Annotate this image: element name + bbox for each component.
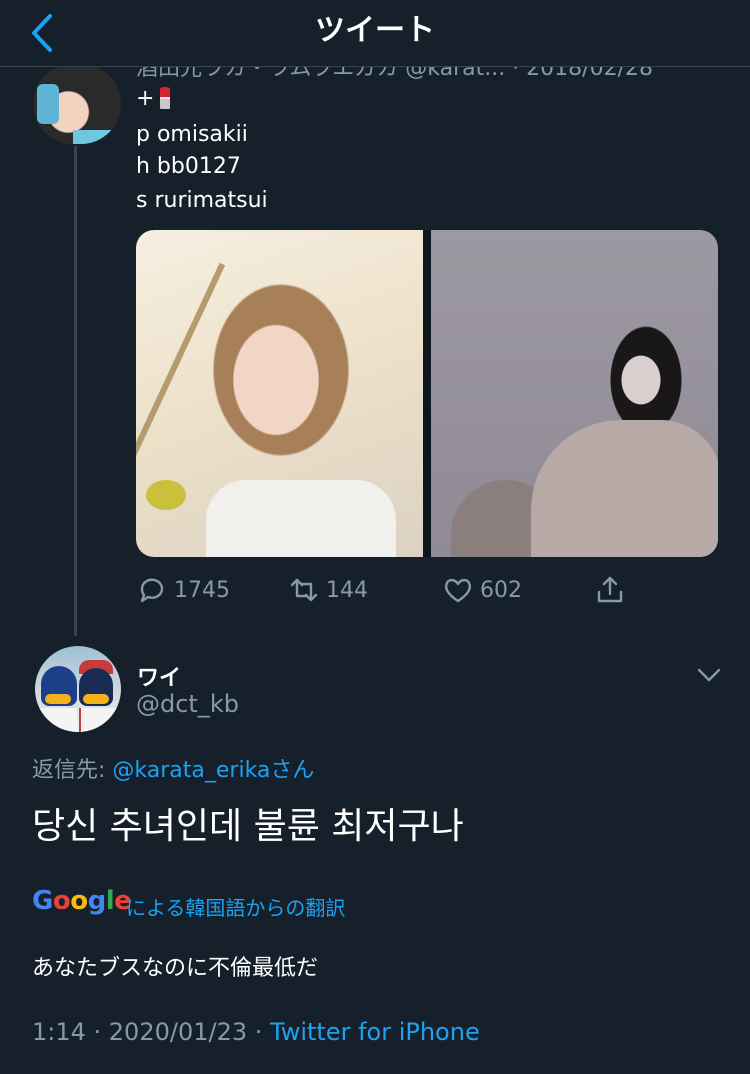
- tweet-line: h bb0127: [136, 154, 241, 179]
- chevron-down-icon[interactable]: [694, 660, 724, 690]
- reply-author-handle[interactable]: @dct_kb: [136, 690, 239, 718]
- replying-to: 返信先: @karata_erikaさん: [32, 758, 315, 783]
- tweet-line: s rurimatsui: [136, 188, 268, 213]
- replying-to-mention[interactable]: @karata_erikaさん: [112, 758, 314, 783]
- retweet-count: 144: [326, 577, 368, 603]
- top-nav-bar: ツイート: [0, 0, 750, 67]
- heart-icon: [444, 578, 472, 603]
- tweet-source-link[interactable]: Twitter for iPhone: [270, 1018, 480, 1046]
- tweet-timestamp: 1:14 · 2020/01/23 · Twitter for iPhone: [32, 1018, 480, 1046]
- tweet-line: p omisakii: [136, 122, 248, 147]
- translated-text: あなたブスなのに不倫最低だ: [32, 956, 319, 981]
- reply-author-avatar[interactable]: [35, 646, 121, 732]
- share-action[interactable]: [594, 570, 626, 610]
- share-icon: [597, 576, 623, 603]
- page-title: ツイート: [315, 13, 435, 48]
- tweet-line-emoji: +: [136, 86, 171, 111]
- thread-connector-line: [74, 146, 77, 636]
- retweet-icon: [290, 578, 318, 602]
- tweet-photo-1[interactable]: [136, 230, 423, 557]
- translation-label[interactable]: による韓国語からの翻訳: [126, 892, 345, 921]
- like-action[interactable]: 602: [442, 570, 522, 610]
- tweet-media-grid: [136, 230, 718, 557]
- reply-icon: [140, 578, 164, 603]
- reply-author-name[interactable]: ワイ: [137, 660, 181, 692]
- reply-tweet-text: 당신 추녀인데 불륜 최저구나: [32, 806, 464, 847]
- lipstick-emoji-icon: [160, 87, 171, 109]
- retweet-action[interactable]: 144: [288, 570, 368, 610]
- google-logo-icon: Google: [32, 886, 132, 916]
- like-count: 602: [480, 577, 522, 603]
- tweet-photo-2[interactable]: [431, 230, 718, 557]
- author-avatar[interactable]: [33, 64, 121, 144]
- reply-count: 1745: [174, 577, 230, 603]
- reply-action[interactable]: 1745: [136, 570, 230, 610]
